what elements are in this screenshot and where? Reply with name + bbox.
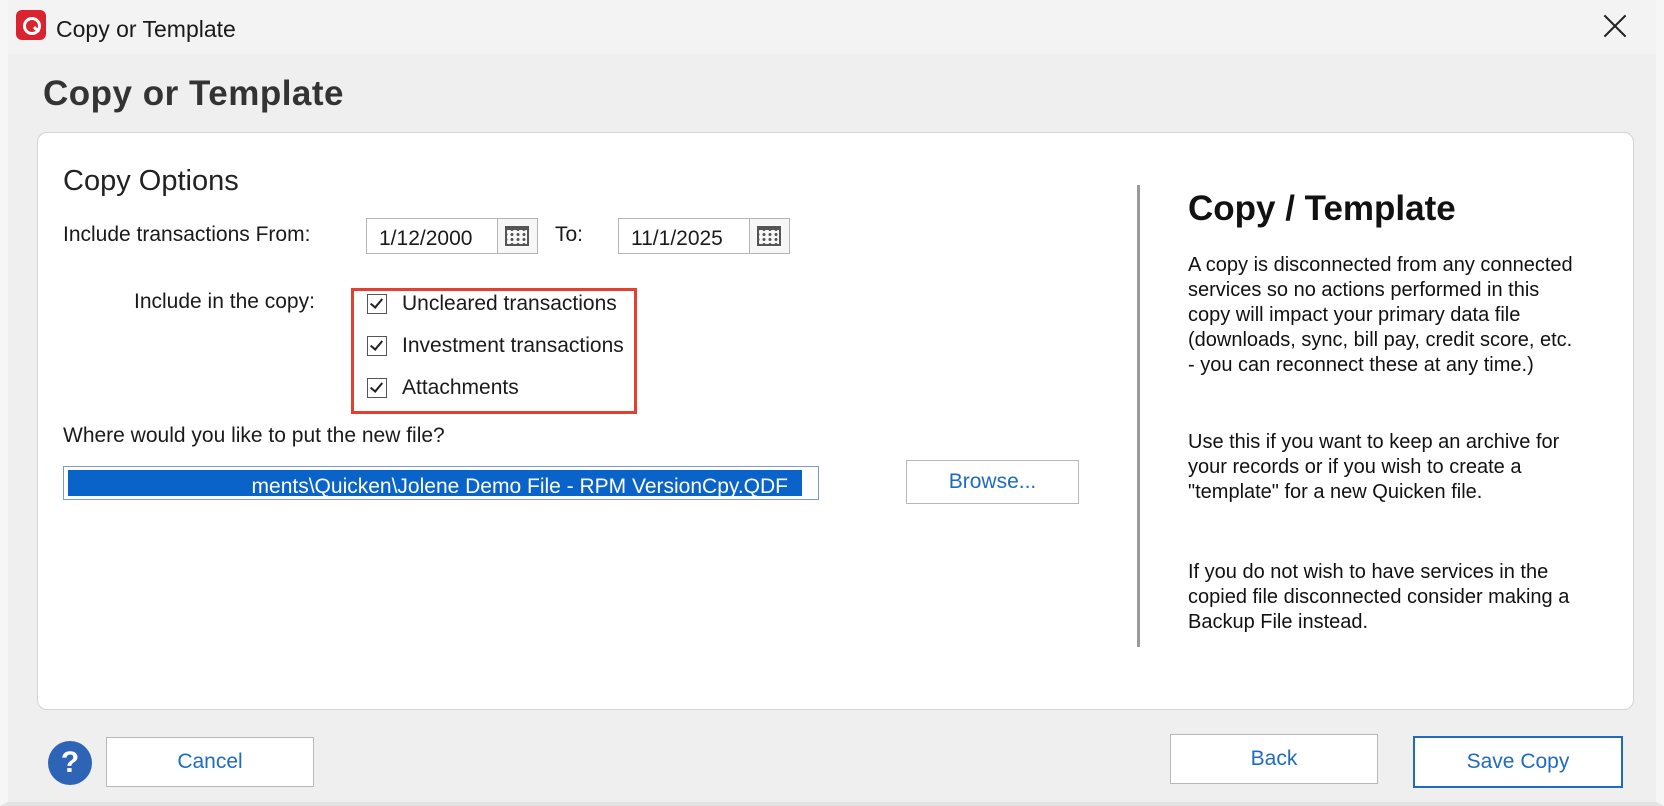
to-date-label: To: — [555, 223, 584, 246]
uncleared-transactions-label[interactable]: Uncleared transactions — [402, 292, 617, 316]
title-bar: Copy or Template — [8, 0, 1656, 54]
from-date-field[interactable]: 1/12/2000 — [366, 218, 498, 254]
attachments-label[interactable]: Attachments — [402, 376, 519, 400]
back-button[interactable]: Back — [1170, 734, 1378, 784]
copy-options-heading: Copy Options — [63, 165, 239, 197]
vertical-divider — [1137, 185, 1140, 647]
file-path-text: ments\Quicken\Jolene Demo File - RPM Ver… — [251, 475, 788, 498]
browse-button[interactable]: Browse... — [906, 460, 1079, 504]
help-icon[interactable]: ? — [48, 741, 92, 785]
investment-transactions-label[interactable]: Investment transactions — [402, 334, 624, 358]
to-date-calendar-button[interactable] — [750, 218, 790, 254]
sidebar-paragraph-1: A copy is disconnected from any connecte… — [1188, 254, 1573, 376]
copy-or-template-dialog: Copy or Template Copy or Template Copy O… — [0, 0, 1664, 806]
cancel-button[interactable]: Cancel — [106, 737, 314, 787]
from-date-calendar-button[interactable] — [498, 218, 538, 254]
to-date-field[interactable]: 11/1/2025 — [618, 218, 750, 254]
content-panel: Copy Options Include transactions From: … — [37, 132, 1634, 710]
investment-transactions-checkbox[interactable] — [367, 336, 387, 356]
from-date-label: Include transactions From: — [63, 223, 311, 246]
include-in-copy-label: Include in the copy: — [134, 290, 315, 313]
sidebar-paragraph-3: If you do not wish to have services in t… — [1188, 561, 1570, 633]
close-icon[interactable] — [1596, 6, 1636, 46]
calendar-icon — [757, 226, 781, 246]
file-path-selection: ments\Quicken\Jolene Demo File - RPM Ver… — [68, 470, 802, 498]
uncleared-transactions-checkbox[interactable] — [367, 294, 387, 314]
file-location-label: Where would you like to put the new file… — [63, 424, 445, 447]
attachments-checkbox[interactable] — [367, 378, 387, 398]
quicken-logo-icon — [16, 10, 46, 40]
calendar-icon — [505, 226, 529, 246]
save-copy-button[interactable]: Save Copy — [1413, 736, 1623, 788]
sidebar-paragraph-2: Use this if you want to keep an archive … — [1188, 431, 1560, 503]
window-title: Copy or Template — [56, 16, 236, 42]
sidebar-title: Copy / Template — [1188, 189, 1456, 228]
file-path-input[interactable]: ments\Quicken\Jolene Demo File - RPM Ver… — [63, 466, 819, 500]
page-title: Copy or Template — [43, 74, 345, 113]
